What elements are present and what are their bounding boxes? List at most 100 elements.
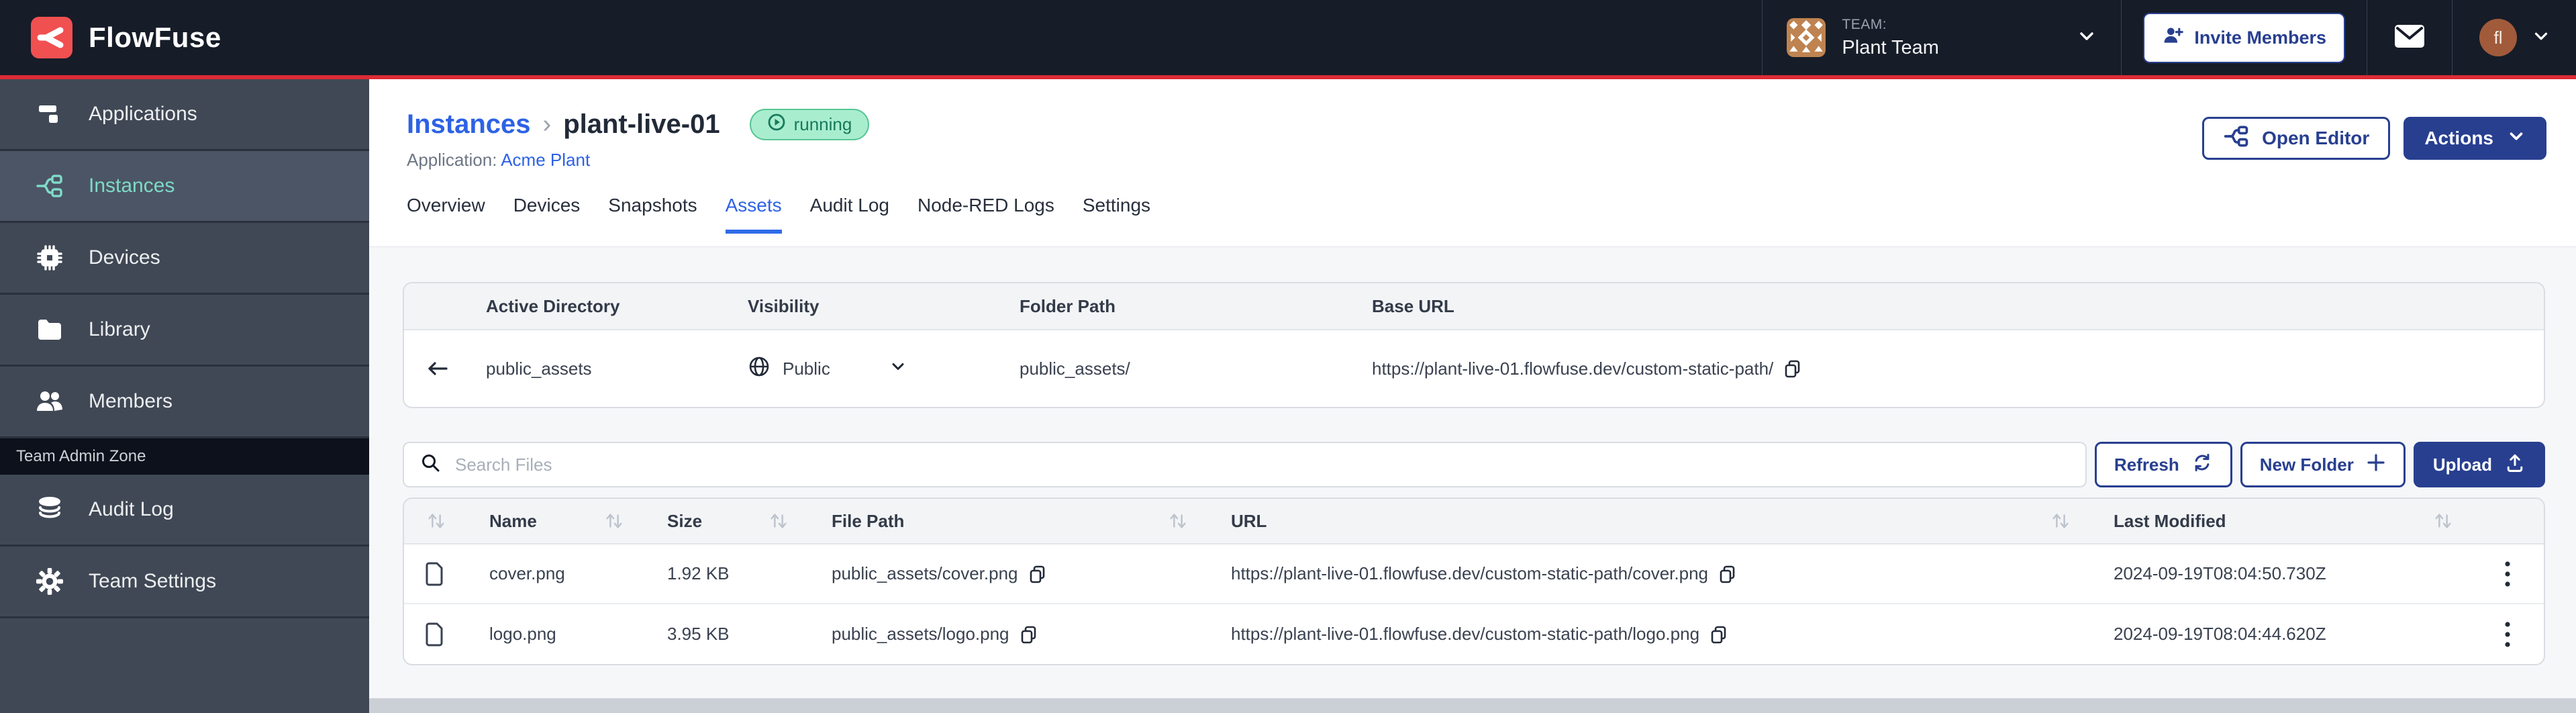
column-file-path-label: File Path bbox=[832, 510, 905, 531]
refresh-icon bbox=[2191, 452, 2213, 478]
team-labels: TEAM: Plant Team bbox=[1842, 17, 1939, 59]
tab-assets[interactable]: Assets bbox=[725, 195, 782, 234]
upload-icon bbox=[2504, 452, 2526, 478]
search-input[interactable] bbox=[455, 454, 2069, 475]
header-actions: Open Editor Actions bbox=[2202, 117, 2546, 160]
user-avatar: fl bbox=[2479, 19, 2517, 56]
plus-icon bbox=[2366, 453, 2386, 477]
devices-icon bbox=[35, 243, 64, 273]
sidebar: Applications Instances Devices Library M… bbox=[0, 79, 369, 713]
sidebar-item-label: Devices bbox=[89, 246, 160, 269]
new-folder-button[interactable]: New Folder bbox=[2240, 442, 2406, 487]
brand[interactable]: FlowFuse bbox=[31, 0, 221, 75]
chevron-down-icon bbox=[2507, 127, 2526, 150]
sidebar-item-library[interactable]: Library bbox=[0, 295, 369, 367]
directory-header-row: Active Directory Visibility Folder Path … bbox=[404, 283, 2544, 330]
tab-devices[interactable]: Devices bbox=[513, 195, 581, 234]
copy-icon[interactable] bbox=[1709, 624, 1729, 645]
instances-icon bbox=[35, 171, 64, 201]
invite-members-label: Invite Members bbox=[2194, 27, 2326, 48]
directory-row: public_assets Public public_assets/ http… bbox=[404, 330, 2544, 407]
tab-audit-log[interactable]: Audit Log bbox=[810, 195, 889, 234]
column-size: Size bbox=[642, 499, 807, 543]
sort-icon[interactable] bbox=[1167, 510, 1189, 532]
invite-members-button[interactable]: Invite Members bbox=[2143, 12, 2345, 63]
base-url-cell: https://plant-live-01.flowfuse.dev/custo… bbox=[1357, 359, 2544, 379]
search-icon bbox=[420, 453, 442, 477]
column-url: URL bbox=[1206, 499, 2089, 543]
sort-icon[interactable] bbox=[426, 510, 447, 532]
tab-snapshots[interactable]: Snapshots bbox=[608, 195, 697, 234]
user-menu[interactable]: fl bbox=[2452, 0, 2576, 75]
chevron-down-icon bbox=[2532, 27, 2550, 49]
column-last-modified-label: Last Modified bbox=[2114, 510, 2226, 531]
team-avatar bbox=[1787, 18, 1826, 57]
sort-icon[interactable] bbox=[768, 510, 789, 532]
visibility-select[interactable]: Public bbox=[748, 355, 949, 383]
notifications-section[interactable] bbox=[2367, 0, 2452, 75]
sidebar-item-label: Audit Log bbox=[89, 498, 174, 520]
copy-icon[interactable] bbox=[1718, 564, 1738, 584]
assets-workspace: Active Directory Visibility Folder Path … bbox=[369, 247, 2576, 713]
flowfuse-logo-icon bbox=[31, 17, 72, 58]
copy-icon[interactable] bbox=[1019, 624, 1039, 645]
back-button[interactable] bbox=[424, 355, 451, 382]
copy-icon[interactable] bbox=[1028, 564, 1048, 584]
active-directory-card: Active Directory Visibility Folder Path … bbox=[403, 282, 2545, 408]
sidebar-item-audit-log[interactable]: Audit Log bbox=[0, 475, 369, 546]
file-path-cell: public_assets/cover.png bbox=[807, 563, 1206, 584]
column-base-url: Base URL bbox=[1372, 295, 1454, 316]
bottom-scroll-strip[interactable] bbox=[369, 698, 2576, 713]
sort-icon[interactable] bbox=[2432, 510, 2454, 532]
sidebar-item-label: Instances bbox=[89, 175, 175, 197]
chevron-down-icon bbox=[2077, 26, 2097, 50]
chevron-down-icon bbox=[889, 358, 907, 380]
sidebar-item-devices[interactable]: Devices bbox=[0, 223, 369, 295]
application-link[interactable]: Acme Plant bbox=[501, 150, 590, 170]
copy-icon[interactable] bbox=[1783, 359, 1803, 379]
table-row: cover.png 1.92 KB public_assets/cover.pn… bbox=[404, 544, 2544, 604]
applications-icon bbox=[35, 99, 64, 129]
open-editor-label: Open Editor bbox=[2262, 128, 2370, 148]
file-url-value: https://plant-live-01.flowfuse.dev/custo… bbox=[1231, 624, 1700, 644]
sidebar-item-team-settings[interactable]: Team Settings bbox=[0, 546, 369, 618]
refresh-button[interactable]: Refresh bbox=[2094, 442, 2232, 487]
sidebar-item-label: Members bbox=[89, 390, 173, 412]
file-size: 3.95 KB bbox=[667, 624, 730, 644]
sidebar-item-label: Team Settings bbox=[89, 570, 217, 592]
upload-button[interactable]: Upload bbox=[2413, 442, 2545, 487]
refresh-label: Refresh bbox=[2114, 454, 2179, 475]
row-menu-kebab-icon[interactable] bbox=[2471, 620, 2544, 649]
status-badge-label: running bbox=[793, 114, 852, 134]
team-switcher[interactable]: TEAM: Plant Team bbox=[1762, 0, 2121, 75]
tab-settings[interactable]: Settings bbox=[1083, 195, 1150, 234]
play-circle-icon bbox=[767, 113, 786, 136]
column-visibility: Visibility bbox=[748, 295, 820, 316]
open-editor-button[interactable]: Open Editor bbox=[2202, 117, 2391, 160]
tab-node-red-logs[interactable]: Node-RED Logs bbox=[918, 195, 1054, 234]
actions-button[interactable]: Actions bbox=[2404, 117, 2546, 160]
column-file-path: File Path bbox=[807, 499, 1206, 543]
actions-column-header bbox=[2471, 499, 2544, 543]
mail-icon bbox=[2394, 24, 2425, 52]
file-name: cover.png bbox=[489, 563, 565, 583]
sidebar-item-instances[interactable]: Instances bbox=[0, 151, 369, 223]
tab-overview[interactable]: Overview bbox=[407, 195, 485, 234]
sidebar-item-applications[interactable]: Applications bbox=[0, 79, 369, 151]
shell: Applications Instances Devices Library M… bbox=[0, 79, 2576, 713]
folder-path-value: public_assets/ bbox=[1020, 358, 1130, 379]
directory-name: public_assets bbox=[486, 358, 592, 379]
sidebar-item-members[interactable]: Members bbox=[0, 367, 369, 438]
new-folder-label: New Folder bbox=[2259, 454, 2354, 475]
sort-icon[interactable] bbox=[2050, 510, 2071, 532]
files-header-row: Name Size File Path URL Last Modified bbox=[404, 499, 2544, 544]
breadcrumb-separator: › bbox=[542, 110, 552, 138]
sort-icon[interactable] bbox=[603, 510, 625, 532]
row-menu-kebab-icon[interactable] bbox=[2471, 559, 2544, 589]
breadcrumb-instances-link[interactable]: Instances bbox=[407, 109, 531, 140]
column-name: Name bbox=[464, 499, 642, 543]
topbar-right: TEAM: Plant Team Invite Members fl bbox=[1762, 0, 2576, 75]
file-icon bbox=[404, 562, 464, 586]
globe-icon bbox=[748, 355, 771, 383]
file-path-cell: public_assets/logo.png bbox=[807, 624, 1206, 645]
